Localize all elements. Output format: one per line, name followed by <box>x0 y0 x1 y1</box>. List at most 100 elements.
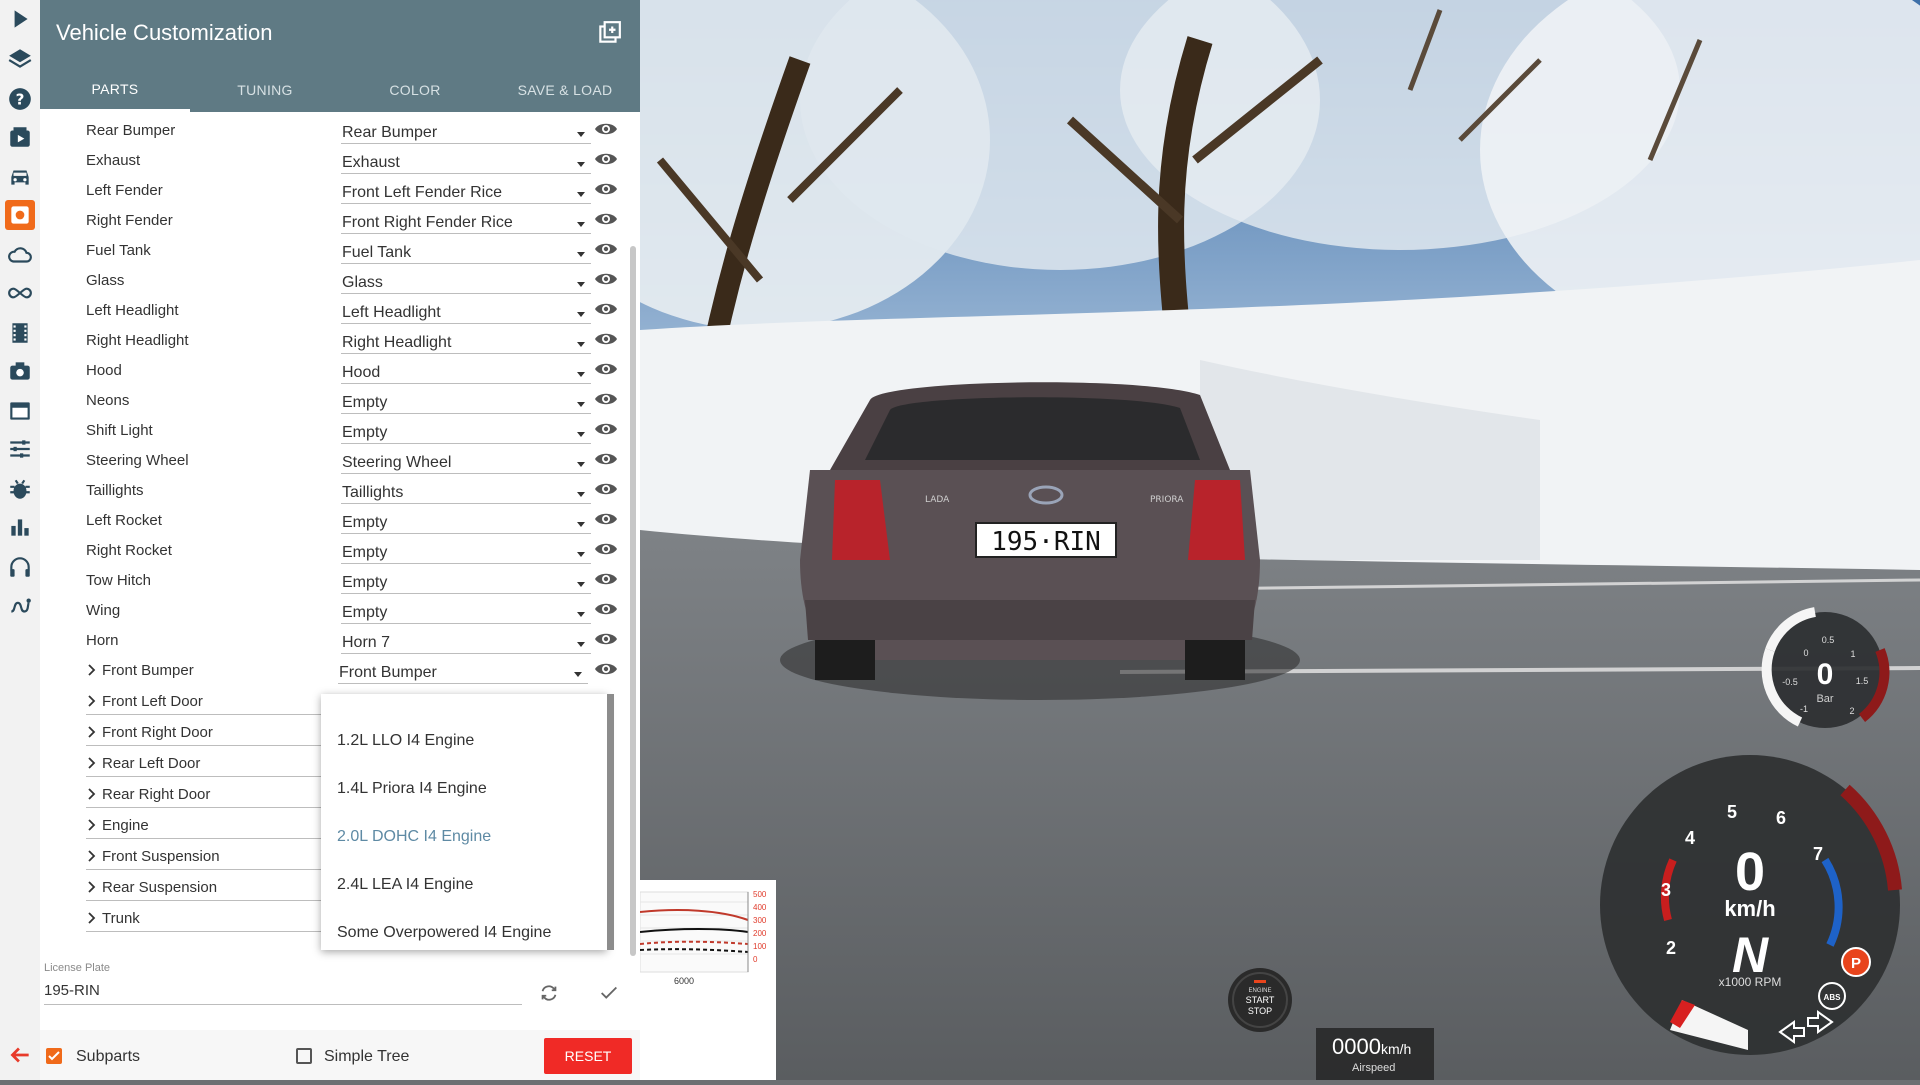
part-group-label: Trunk <box>102 910 140 927</box>
tab-parts[interactable]: PARTS <box>40 68 190 112</box>
part-select[interactable]: Left Headlight <box>341 296 591 324</box>
part-select[interactable]: Steering Wheel <box>341 446 591 474</box>
part-select[interactable]: Empty <box>341 416 591 444</box>
part-select[interactable]: Empty <box>341 536 591 564</box>
part-select[interactable]: Fuel Tank <box>341 236 591 264</box>
part-select-value: Front Left Fender Rice <box>342 184 503 201</box>
cloud-icon[interactable] <box>5 240 35 270</box>
graph-y-tick: 200 <box>753 929 767 938</box>
tab-tuning[interactable]: TUNING <box>190 68 340 112</box>
visibility-eye-icon[interactable] <box>594 390 618 408</box>
chevron-right-icon[interactable] <box>86 818 98 832</box>
chevron-right-icon[interactable] <box>86 849 98 863</box>
dropdown-scrollbar[interactable] <box>607 694 614 950</box>
visibility-eye-icon[interactable] <box>594 300 618 318</box>
chevron-right-icon[interactable] <box>86 663 98 677</box>
engine-option[interactable]: 2.0L DOHC I4 Engine <box>337 828 491 846</box>
visibility-eye-icon[interactable] <box>594 240 618 258</box>
part-select-value: Empty <box>342 514 388 531</box>
camera-icon[interactable] <box>5 356 35 386</box>
part-select[interactable]: Right Headlight <box>341 326 591 354</box>
engine-option[interactable]: Some Overpowered I4 Engine <box>337 924 551 942</box>
tab-color[interactable]: COLOR <box>340 68 490 112</box>
graph-y-tick: 0 <box>753 955 758 964</box>
license-plate-input[interactable]: 195-RIN <box>44 982 100 999</box>
visibility-eye-icon[interactable] <box>594 270 618 288</box>
part-label: Right Fender <box>86 212 173 229</box>
visibility-eye-icon[interactable] <box>594 450 618 468</box>
engine-option[interactable]: 2.4L LEA I4 Engine <box>337 876 473 894</box>
visibility-eye-icon[interactable] <box>594 600 618 618</box>
help-icon[interactable]: ? <box>5 84 35 114</box>
visibility-eye-icon[interactable] <box>594 120 618 138</box>
part-select[interactable]: Front Right Fender Rice <box>341 206 591 234</box>
parts-icon[interactable] <box>5 200 35 230</box>
visibility-eye-icon[interactable] <box>594 630 618 648</box>
chevron-right-icon[interactable] <box>86 725 98 739</box>
reset-button[interactable]: RESET <box>544 1038 632 1074</box>
part-label: Left Headlight <box>86 302 179 319</box>
sliders-icon[interactable] <box>5 434 35 464</box>
visibility-eye-icon[interactable] <box>594 510 618 528</box>
visibility-eye-icon[interactable] <box>594 420 618 438</box>
part-group-row[interactable]: Front Bumper Front Bumper <box>40 656 640 686</box>
part-select[interactable]: Glass <box>341 266 591 294</box>
visibility-eye-icon[interactable] <box>594 150 618 168</box>
boost-tick: 0.5 <box>1822 635 1835 645</box>
simple-tree-checkbox[interactable] <box>296 1048 312 1064</box>
part-group-label: Rear Suspension <box>102 879 218 896</box>
bottom-bar: Subparts Simple Tree RESET <box>40 1030 640 1080</box>
sidebar-rail: ? <box>0 0 41 1080</box>
chevron-right-icon[interactable] <box>86 880 98 894</box>
chevron-right-icon[interactable] <box>86 694 98 708</box>
visibility-eye-icon[interactable] <box>594 210 618 228</box>
subparts-checkbox[interactable] <box>46 1048 62 1064</box>
headphones-icon[interactable] <box>5 552 35 582</box>
new-window-icon[interactable] <box>596 20 622 46</box>
play-icon[interactable] <box>5 4 35 34</box>
window-icon[interactable] <box>5 396 35 426</box>
check-icon[interactable] <box>598 982 620 1004</box>
license-plate-label: License Plate <box>44 962 111 974</box>
bug-icon[interactable] <box>5 474 35 504</box>
part-select-value: Rear Bumper <box>342 124 438 141</box>
visibility-eye-icon[interactable] <box>594 360 618 378</box>
part-select[interactable]: Front Bumper <box>338 656 588 684</box>
layers-icon[interactable] <box>5 44 35 74</box>
visibility-eye-icon[interactable] <box>594 540 618 558</box>
part-label: Left Fender <box>86 182 163 199</box>
engine-option[interactable]: 1.2L LLO I4 Engine <box>337 732 474 750</box>
refresh-icon[interactable] <box>538 982 560 1004</box>
part-select[interactable]: Rear Bumper <box>341 116 591 144</box>
infinity-icon[interactable] <box>5 278 35 308</box>
chevron-right-icon[interactable] <box>86 756 98 770</box>
visibility-eye-icon[interactable] <box>594 180 618 198</box>
part-select[interactable]: Taillights <box>341 476 591 504</box>
chevron-right-icon[interactable] <box>86 911 98 925</box>
part-select[interactable]: Horn 7 <box>341 626 591 654</box>
part-label: Wing <box>86 602 121 619</box>
visibility-eye-icon[interactable] <box>594 330 618 348</box>
part-select[interactable]: Empty <box>341 596 591 624</box>
part-select[interactable]: Empty <box>341 506 591 534</box>
route-icon[interactable] <box>5 590 35 620</box>
chevron-right-icon[interactable] <box>86 787 98 801</box>
parts-scrollbar[interactable] <box>630 246 636 956</box>
media-icon[interactable] <box>5 122 35 152</box>
part-select[interactable]: Empty <box>341 566 591 594</box>
car-icon[interactable] <box>5 162 35 192</box>
chart-icon[interactable] <box>5 512 35 542</box>
visibility-eye-icon[interactable] <box>594 480 618 498</box>
visibility-eye-icon[interactable] <box>594 570 618 588</box>
visibility-eye-icon[interactable] <box>594 660 618 678</box>
engine-option[interactable]: 1.4L Priora I4 Engine <box>337 780 487 798</box>
tab-save-load[interactable]: SAVE & LOAD <box>490 68 640 112</box>
boost-value: 0 <box>1817 658 1834 691</box>
part-select[interactable]: Hood <box>341 356 591 384</box>
part-select[interactable]: Front Left Fender Rice <box>341 176 591 204</box>
dropdown-caret-icon <box>577 552 585 557</box>
part-select[interactable]: Empty <box>341 386 591 414</box>
part-select[interactable]: Exhaust <box>341 146 591 174</box>
film-icon[interactable] <box>5 318 35 348</box>
back-arrow-icon[interactable] <box>5 1040 35 1070</box>
